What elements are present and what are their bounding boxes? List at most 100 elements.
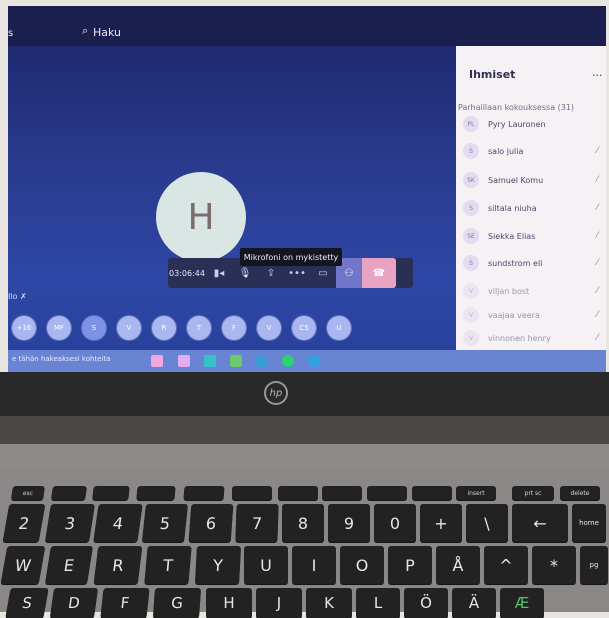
key-o[interactable]: O — [340, 546, 384, 584]
participant-bubble[interactable]: V — [117, 316, 141, 340]
browser-icon[interactable] — [308, 355, 320, 367]
camera-icon[interactable]: ▮◂ — [206, 258, 232, 288]
key-k[interactable]: K — [306, 588, 352, 618]
key-0[interactable]: 0 — [374, 504, 416, 542]
key-pgup[interactable]: pg — [580, 546, 608, 584]
person-avatar: V — [463, 307, 479, 323]
teams-taskbar-icon[interactable] — [256, 355, 268, 367]
key-esc[interactable]: esc — [11, 486, 45, 500]
mic-muted-icon: ⁄ — [596, 175, 598, 185]
people-panel-title: Ihmiset — [469, 68, 516, 81]
person-avatar: SE — [463, 228, 479, 244]
person-row[interactable]: V viljan bost ⁄ — [459, 281, 604, 301]
key-g[interactable]: G — [152, 588, 202, 618]
participant-bubble[interactable]: F — [222, 316, 246, 340]
key-6[interactable]: 6 — [188, 504, 234, 542]
key-insert[interactable]: insert — [456, 486, 496, 500]
key-j[interactable]: J — [256, 588, 302, 618]
person-row[interactable]: PL Pyry Lauronen — [459, 114, 604, 134]
person-row[interactable]: S sundstrom eli ⁄ — [459, 253, 604, 273]
key-f1[interactable] — [51, 486, 87, 500]
key-f9[interactable] — [412, 486, 452, 500]
key-e[interactable]: E — [44, 546, 94, 584]
participant-bubble[interactable]: V — [257, 316, 281, 340]
key-p[interactable]: P — [388, 546, 432, 584]
key-plus[interactable]: + — [420, 504, 462, 542]
key-delete[interactable]: delete — [560, 486, 600, 500]
key-f[interactable]: F — [100, 588, 150, 618]
key-home[interactable]: home — [572, 504, 606, 542]
key-f4[interactable] — [183, 486, 225, 500]
participant-bubbles: +16 MF S V R T F V CS U — [12, 316, 351, 340]
key-7[interactable]: 7 — [235, 504, 279, 542]
taskbar-search-text[interactable]: e tähän hakeaksesi kohteita — [12, 355, 110, 363]
key-f3[interactable] — [136, 486, 176, 500]
key-backslash[interactable]: \ — [466, 504, 508, 542]
key-2[interactable]: 2 — [2, 504, 46, 542]
participant-bubble[interactable]: R — [152, 316, 176, 340]
key-f6[interactable] — [278, 486, 318, 500]
person-name: Siekka Elias — [488, 231, 536, 241]
key-u[interactable]: U — [244, 546, 288, 584]
participant-bubble[interactable]: S — [82, 316, 106, 340]
key-w[interactable]: W — [0, 546, 46, 584]
in-meeting-section-label[interactable]: Parhaillaan kokouksessa (31) — [458, 103, 574, 112]
key-asterisk[interactable]: * — [532, 546, 576, 584]
explorer-icon[interactable] — [178, 355, 190, 367]
key-9[interactable]: 9 — [328, 504, 370, 542]
more-options-icon[interactable]: ... — [592, 66, 603, 79]
search-label[interactable]: Haku — [93, 26, 121, 39]
key-a-umlaut[interactable]: Ä — [452, 588, 496, 618]
task-view-icon[interactable] — [151, 355, 163, 367]
key-s[interactable]: S — [5, 588, 49, 618]
person-avatar: V — [463, 283, 479, 299]
participant-bubble[interactable]: MF — [47, 316, 71, 340]
person-name: Samuel Komu — [488, 175, 544, 185]
participant-bubble[interactable]: T — [187, 316, 211, 340]
key-backspace[interactable]: ← — [512, 504, 568, 542]
key-f7[interactable] — [322, 486, 362, 500]
key-f2[interactable] — [92, 486, 130, 500]
person-row[interactable]: SK Samuel Komu ⁄ — [459, 170, 604, 190]
key-r[interactable]: R — [93, 546, 143, 584]
mute-tooltip: Mikrofoni on mykistetty — [240, 248, 342, 266]
key-ae[interactable]: Æ — [500, 588, 544, 618]
person-row[interactable]: S siltala niuha ⁄ — [459, 198, 604, 218]
key-prtsc[interactable]: prt sc — [512, 486, 554, 500]
spotify-icon[interactable] — [282, 355, 294, 367]
key-a-ring[interactable]: Å — [436, 546, 480, 584]
key-o-umlaut[interactable]: Ö — [404, 588, 448, 618]
hp-logo: hp — [264, 381, 288, 405]
participant-bubble[interactable]: +16 — [12, 316, 36, 340]
person-avatar: S — [463, 255, 479, 271]
person-row[interactable]: S salo julia ⁄ — [459, 141, 604, 161]
key-3[interactable]: 3 — [44, 504, 96, 542]
key-y[interactable]: Y — [195, 546, 241, 584]
mic-muted-icon: ⁄ — [596, 258, 598, 268]
search-icon[interactable]: ⌕ — [82, 24, 88, 38]
key-l[interactable]: L — [356, 588, 400, 618]
key-caret[interactable]: ^ — [484, 546, 528, 584]
person-row[interactable]: V vinnonen henry ⁄ — [459, 328, 604, 348]
person-row[interactable]: V vaajaa veera ⁄ — [459, 305, 604, 325]
person-avatar: S — [463, 200, 479, 216]
key-h[interactable]: H — [206, 588, 252, 618]
key-i[interactable]: I — [292, 546, 336, 584]
store-icon[interactable] — [230, 355, 242, 367]
key-4[interactable]: 4 — [93, 504, 143, 542]
hang-up-button[interactable]: ☎ — [362, 258, 396, 288]
participant-bubble[interactable]: CS — [292, 316, 316, 340]
key-5[interactable]: 5 — [142, 504, 188, 542]
person-name: vinnonen henry — [488, 333, 551, 343]
key-f5[interactable] — [232, 486, 272, 500]
person-row[interactable]: SE Siekka Elias ⁄ — [459, 226, 604, 246]
mic-muted-icon: ⁄ — [596, 286, 598, 296]
key-8[interactable]: 8 — [282, 504, 324, 542]
person-name: vaajaa veera — [488, 310, 540, 320]
edge-icon[interactable] — [204, 355, 216, 367]
person-name: salo julia — [488, 146, 524, 156]
participant-bubble[interactable]: U — [327, 316, 351, 340]
key-f8[interactable] — [367, 486, 407, 500]
key-t[interactable]: T — [144, 546, 192, 584]
key-d[interactable]: D — [49, 588, 99, 618]
